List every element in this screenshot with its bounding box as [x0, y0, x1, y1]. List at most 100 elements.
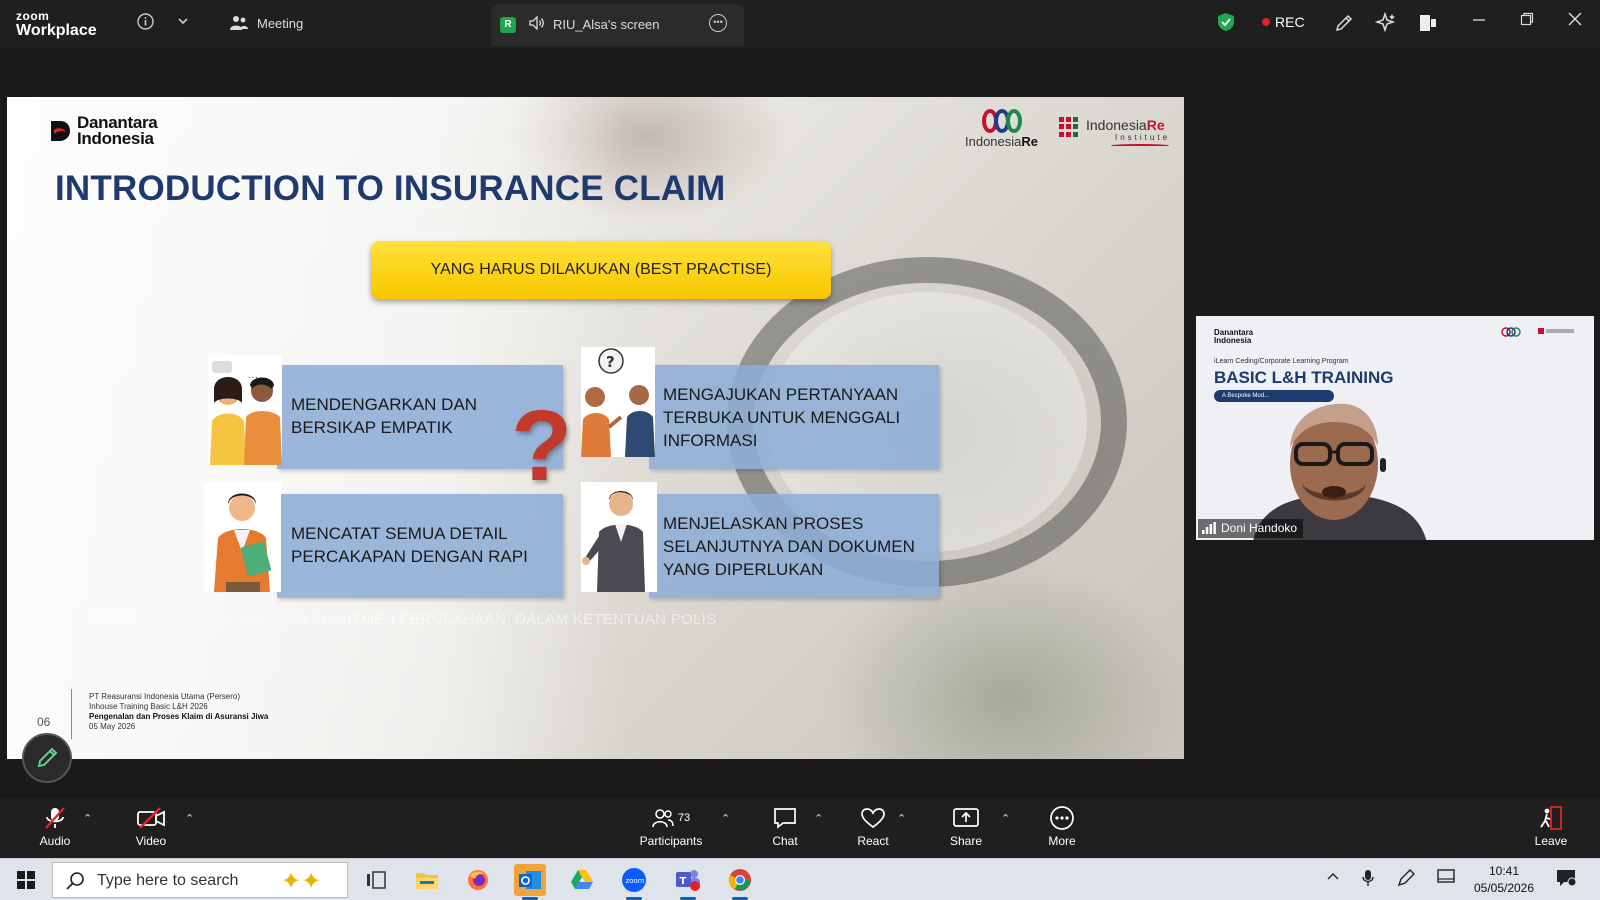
institute-re: Re	[1146, 117, 1165, 133]
recording-dot-icon	[1262, 18, 1270, 26]
clock-date: 05/05/2026	[1473, 881, 1535, 895]
react-label: React	[857, 834, 889, 848]
note-taking-person-illustration	[204, 482, 281, 592]
close-icon[interactable]	[1568, 12, 1582, 31]
react-options-caret-icon[interactable]: ⌃	[897, 812, 906, 825]
notifications-icon[interactable]	[1556, 869, 1577, 891]
video-label: Video	[135, 834, 167, 848]
svg-text:?: ?	[606, 353, 615, 371]
chat-options-caret-icon[interactable]: ⌃	[814, 812, 823, 825]
practice-card-4: MENJELASKAN PROSES SELANJUTNYA DAN DOKUM…	[649, 494, 939, 598]
audio-options-caret-icon[interactable]: ⌃	[83, 812, 92, 825]
tile-headline: BASIC L&H TRAINING	[1214, 368, 1394, 387]
institute-grid-icon	[1059, 117, 1079, 137]
share-button[interactable]: Share	[941, 804, 991, 848]
practice-card-4-text: MENJELASKAN PROSES SELANJUTNYA DAN DOKUM…	[663, 514, 915, 579]
question-mark-graphic: ?	[511, 390, 573, 502]
danantara-logo: Danantara Indonesia	[49, 114, 158, 149]
participant-video-tile[interactable]: Danantara Indonesia iLearn Ceding/Corpor…	[1196, 316, 1594, 540]
taskbar-search-box[interactable]: Type here to search ✦✦	[52, 862, 348, 898]
recording-indicator[interactable]: REC	[1262, 14, 1305, 30]
share-label: Share	[949, 834, 983, 848]
meeting-people-icon	[230, 16, 248, 30]
outlook-icon[interactable]	[514, 864, 546, 900]
google-drive-icon[interactable]	[566, 864, 598, 896]
firefox-icon[interactable]	[462, 864, 494, 896]
encryption-shield-icon[interactable]	[1217, 12, 1235, 32]
file-explorer-icon[interactable]	[411, 864, 443, 896]
chevron-down-icon[interactable]	[177, 14, 189, 31]
react-button[interactable]: React	[848, 804, 898, 848]
tray-display-icon[interactable]	[1437, 869, 1455, 889]
tray-overflow-chevron-icon[interactable]	[1326, 869, 1340, 887]
info-icon[interactable]	[137, 13, 154, 34]
taskbar-clock[interactable]: 10:41 05/05/2026	[1466, 863, 1542, 897]
danantara-line2: Indonesia	[77, 129, 154, 149]
tray-pen-icon[interactable]	[1397, 869, 1415, 891]
meeting-tab[interactable]: Meeting	[230, 15, 303, 31]
video-off-icon	[137, 807, 165, 829]
svg-text:zoom: zoom	[626, 877, 645, 885]
practice-card-2-text: MENGAJUKAN PERTANYAAN TERBUKA UNTUK MENG…	[663, 385, 901, 450]
windows-taskbar: Type here to search ✦✦ zoom T 10:41 05/0…	[0, 858, 1600, 900]
annotation-pen-button[interactable]	[22, 733, 72, 783]
tile-program-subtitle: iLearn Ceding/Corporate Learning Program	[1214, 358, 1349, 365]
pencil-icon	[37, 747, 58, 768]
institute-sub: Institute	[1115, 133, 1171, 142]
ai-companion-sparkle-icon[interactable]	[1374, 11, 1397, 38]
zoom-app-icon[interactable]: zoom	[618, 864, 650, 900]
chat-label: Chat	[772, 834, 798, 848]
footer-topic: Pengenalan dan Proses Klaim di Asuransi …	[89, 712, 269, 721]
audio-label: Audio	[39, 834, 71, 848]
meeting-label: Meeting	[257, 15, 304, 31]
chat-button[interactable]: Chat	[760, 804, 810, 848]
tile-danantara-logo: Danantara Indonesia	[1214, 329, 1253, 345]
participant-name-tag: Doni Handoko	[1198, 519, 1304, 538]
slide-title: INTRODUCTION TO INSURANCE CLAIM	[55, 169, 726, 208]
more-ellipsis-icon	[1050, 806, 1074, 830]
video-button[interactable]: Video	[126, 804, 176, 848]
practice-card-2: MENGAJUKAN PERTANYAAN TERBUKA UNTUK MENG…	[649, 365, 939, 469]
indonesiare-word: Indonesia	[965, 134, 1022, 149]
leave-door-icon	[1540, 806, 1562, 830]
rec-label: REC	[1275, 14, 1305, 30]
teams-icon[interactable]: T	[672, 864, 704, 900]
slide-page-number: 06	[37, 715, 51, 729]
practice-card-3-text: MENCATAT SEMUA DETAIL PERCAKAPAN DENGAN …	[291, 524, 528, 566]
share-options-caret-icon[interactable]: ⌃	[1001, 812, 1010, 825]
speaker-icon	[529, 15, 545, 33]
leave-button[interactable]: Leave	[1526, 804, 1576, 848]
side-panel-icon[interactable]	[1418, 13, 1438, 37]
more-button[interactable]: More	[1037, 804, 1087, 848]
audio-button[interactable]: Audio	[30, 804, 80, 848]
explaining-person-illustration	[581, 482, 657, 592]
footer-date: 05 May 2026	[89, 722, 136, 731]
participants-icon	[652, 809, 674, 828]
chat-bubble-icon	[774, 808, 796, 829]
participants-options-caret-icon[interactable]: ⌃	[721, 812, 730, 825]
shared-screen-tab[interactable]: R RIU_Alsa's screen •••	[491, 4, 744, 46]
participants-button[interactable]: 73 Participants	[633, 804, 709, 848]
search-icon	[66, 872, 84, 890]
indonesiare-rings-icon	[965, 109, 1038, 133]
slide-footer: 06 PT Reasuransi Indonesia Utama (Perser…	[7, 687, 307, 739]
minimize-icon[interactable]	[1472, 12, 1486, 31]
participant-video-feed	[1253, 403, 1427, 540]
annotate-pen-icon[interactable]	[1334, 13, 1354, 37]
windows-start-icon[interactable]	[10, 864, 42, 896]
share-options-icon[interactable]: •••	[709, 14, 727, 32]
participant-name: Doni Handoko	[1221, 521, 1298, 535]
footer-divider	[71, 689, 72, 739]
shared-slide[interactable]: Danantara Indonesia IndonesiaRe Indonesi…	[7, 97, 1184, 759]
institute-word: Indonesia	[1086, 117, 1147, 133]
tile-brand-line2: Indonesia	[1214, 336, 1252, 345]
restore-window-icon[interactable]	[1520, 12, 1534, 31]
listening-people-illustration: …	[208, 355, 282, 465]
search-placeholder: Type here to search	[97, 872, 239, 889]
video-options-caret-icon[interactable]: ⌃	[185, 812, 194, 825]
task-view-icon[interactable]	[360, 864, 392, 896]
tile-indonesiare-logos	[1498, 326, 1578, 344]
chrome-icon[interactable]	[724, 864, 756, 900]
meeting-controls: Audio ⌃ Video ⌃ 73 Participants ⌃ Chat ⌃…	[0, 798, 1600, 858]
tray-mic-icon[interactable]	[1362, 869, 1374, 891]
